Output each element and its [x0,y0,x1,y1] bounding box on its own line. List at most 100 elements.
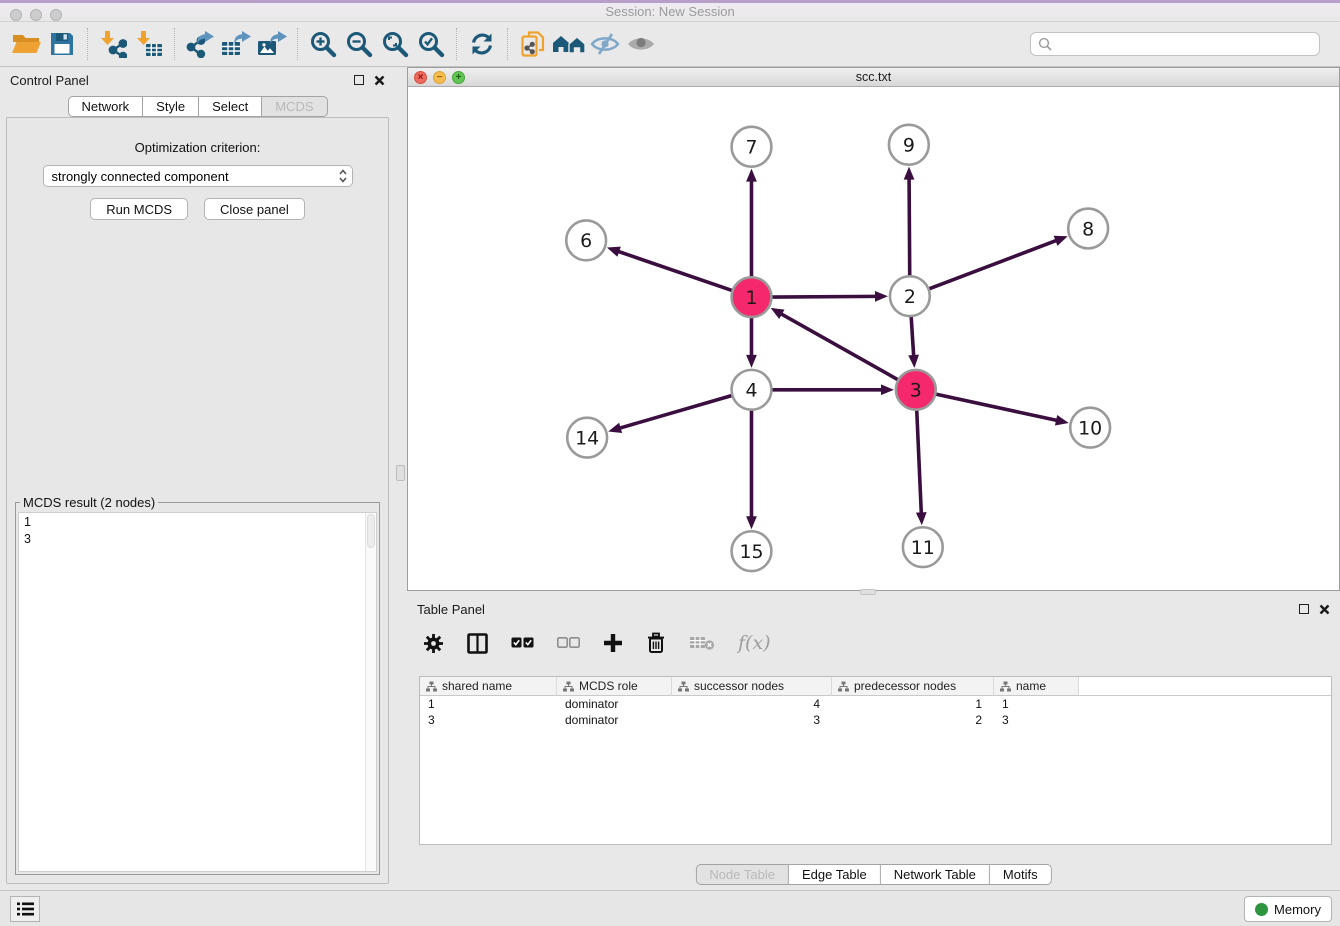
node-label: 7 [745,137,757,159]
first-neighbors-button[interactable] [551,26,587,62]
table-cell: 4 [672,696,832,712]
tab-select[interactable]: Select [199,96,262,117]
minimize-window-button[interactable] [30,9,42,21]
network-node-11[interactable]: 11 [903,527,943,567]
network-node-14[interactable]: 14 [567,418,607,458]
delete-row-button[interactable] [646,632,666,654]
column-header-predecessor-nodes[interactable]: predecessor nodes [832,677,994,696]
show-all-button[interactable] [623,26,659,62]
tab-style[interactable]: Style [143,96,199,117]
vertical-splitter[interactable] [395,67,407,890]
control-panel-header: Control Panel [0,67,395,93]
tab-network[interactable]: Network [67,96,143,117]
network-node-7[interactable]: 7 [732,127,772,167]
fx-icon: f(x) [738,632,771,654]
edge-2-8[interactable] [928,240,1057,289]
table-tab-node-table[interactable]: Node Table [695,864,789,885]
edge-3-10[interactable] [935,394,1058,421]
network-node-15[interactable]: 15 [732,531,772,571]
network-node-1[interactable]: 1 [732,277,772,317]
add-row-button[interactable] [603,633,623,653]
zoom-selected-icon [417,30,445,58]
selected-criterion: strongly connected component [52,169,338,184]
show-columns-button[interactable] [467,633,488,654]
table-settings-button[interactable] [423,633,444,654]
horizontal-splitter-grip[interactable] [860,589,876,595]
tab-mcds[interactable]: MCDS [262,96,327,117]
column-header-name[interactable]: name [994,677,1079,696]
edge-arrowhead [1054,236,1068,246]
close-table-panel-icon[interactable] [1319,604,1330,615]
network-close-button[interactable]: × [414,71,427,84]
export-table-icon [220,30,252,58]
refresh-button[interactable] [464,26,500,62]
float-table-panel-icon[interactable] [1299,604,1309,614]
network-node-2[interactable]: 2 [890,276,930,316]
hide-selected-button[interactable] [587,26,623,62]
edge-2-9[interactable] [909,178,910,277]
edge-3-11[interactable] [917,410,922,515]
run-mcds-button[interactable]: Run MCDS [90,198,188,220]
network-minimize-button[interactable]: − [433,71,446,84]
mcds-result-text[interactable]: 1 3 [19,513,364,871]
search-box[interactable] [1030,32,1320,56]
network-node-6[interactable]: 6 [566,220,606,260]
table-tab-motifs[interactable]: Motifs [990,864,1052,885]
task-history-button[interactable] [10,896,40,922]
table-row[interactable]: 1dominator411 [420,696,1331,712]
checked-boxes-icon [511,637,534,649]
edge-arrowhead [746,355,757,368]
table-row[interactable]: 3dominator323 [420,712,1331,728]
edge-1-6[interactable] [617,251,732,291]
save-session-button[interactable] [44,26,80,62]
select-all-button[interactable] [511,637,534,649]
edge-4-14[interactable] [619,395,733,428]
function-builder-button[interactable]: f(x) [738,632,771,654]
network-canvas[interactable]: 7 9 6 8 1 2 4 3 14 10 15 11 [408,88,1339,590]
edge-3-1[interactable] [780,313,898,380]
network-node-4[interactable]: 4 [732,370,772,410]
edge-arrowhead [1055,415,1069,426]
network-window-title: scc.txt [408,68,1339,87]
export-image-button[interactable] [254,26,290,62]
zoom-in-button[interactable] [305,26,341,62]
import-network-button[interactable] [95,26,131,62]
edge-1-2[interactable] [771,296,877,297]
network-node-10[interactable]: 10 [1070,408,1110,448]
delete-table-button[interactable] [689,635,715,651]
import-table-button[interactable] [131,26,167,62]
clone-network-button[interactable] [515,26,551,62]
network-window-titlebar[interactable]: × − + scc.txt [408,68,1339,87]
network-maximize-button[interactable]: + [452,71,465,84]
control-panel-title: Control Panel [10,73,89,88]
zoom-out-button[interactable] [341,26,377,62]
deselect-all-button[interactable] [557,637,580,649]
export-table-button[interactable] [218,26,254,62]
result-scrollbar[interactable] [365,513,376,871]
search-input[interactable] [1058,37,1312,52]
optimization-criterion-select[interactable]: strongly connected component [43,165,353,187]
edge-2-3[interactable] [911,316,914,357]
float-panel-icon[interactable] [354,75,364,85]
zoom-selected-button[interactable] [413,26,449,62]
network-node-8[interactable]: 8 [1068,209,1108,249]
zoom-fit-button[interactable] [377,26,413,62]
node-label: 15 [739,541,763,563]
table-tab-edge-table[interactable]: Edge Table [789,864,881,885]
memory-button[interactable]: Memory [1244,896,1332,922]
close-window-button[interactable] [10,9,22,21]
maximize-window-button[interactable] [50,9,62,21]
network-node-3[interactable]: 3 [896,370,936,410]
close-panel-icon[interactable] [374,75,385,86]
table-tab-network-table[interactable]: Network Table [881,864,990,885]
column-header-successor-nodes[interactable]: successor nodes [672,677,832,696]
close-panel-button[interactable]: Close panel [204,198,305,220]
open-session-button[interactable] [8,26,44,62]
select-stepper-icon [338,168,348,184]
network-node-9[interactable]: 9 [889,125,929,165]
export-network-button[interactable] [182,26,218,62]
node-label: 8 [1082,218,1094,240]
delete-table-icon [689,635,715,651]
column-header-mcds-role[interactable]: MCDS role [557,677,672,696]
column-header-shared-name[interactable]: shared name [420,677,557,696]
